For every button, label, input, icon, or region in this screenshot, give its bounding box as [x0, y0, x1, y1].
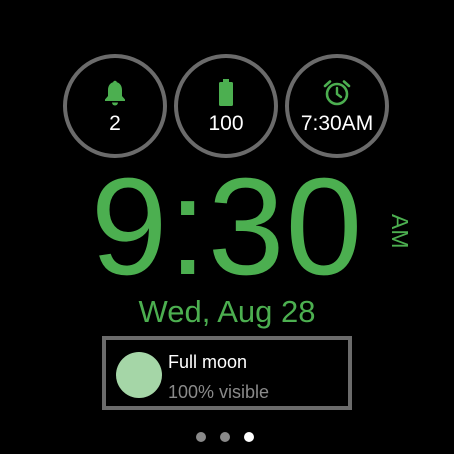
- alarm-time: 7:30AM: [300, 112, 374, 135]
- page-dot[interactable]: [220, 432, 230, 442]
- moon-visibility: 100% visible: [168, 382, 270, 402]
- moon-phase-icon: [116, 352, 162, 398]
- date-display: Wed, Aug 28: [138, 294, 316, 329]
- alarm-clock-icon: [322, 78, 352, 108]
- page-dot-active[interactable]: [244, 432, 254, 442]
- moon-phase-title: Full moon: [168, 352, 248, 372]
- battery-level: 100: [208, 112, 244, 135]
- page-dot[interactable]: [196, 432, 206, 442]
- alarm-complication[interactable]: 7:30AM: [285, 54, 389, 158]
- notifications-complication[interactable]: 2: [63, 54, 167, 158]
- bell-icon: [100, 78, 130, 108]
- notification-count: 2: [109, 112, 121, 135]
- page-indicator: [196, 432, 254, 442]
- battery-complication[interactable]: 100: [174, 54, 278, 158]
- moon-phase-complication[interactable]: Full moon 100% visible: [102, 336, 352, 410]
- ampm-indicator: AM: [387, 214, 413, 249]
- time-display: 9:30: [90, 150, 364, 304]
- battery-icon: [211, 78, 241, 108]
